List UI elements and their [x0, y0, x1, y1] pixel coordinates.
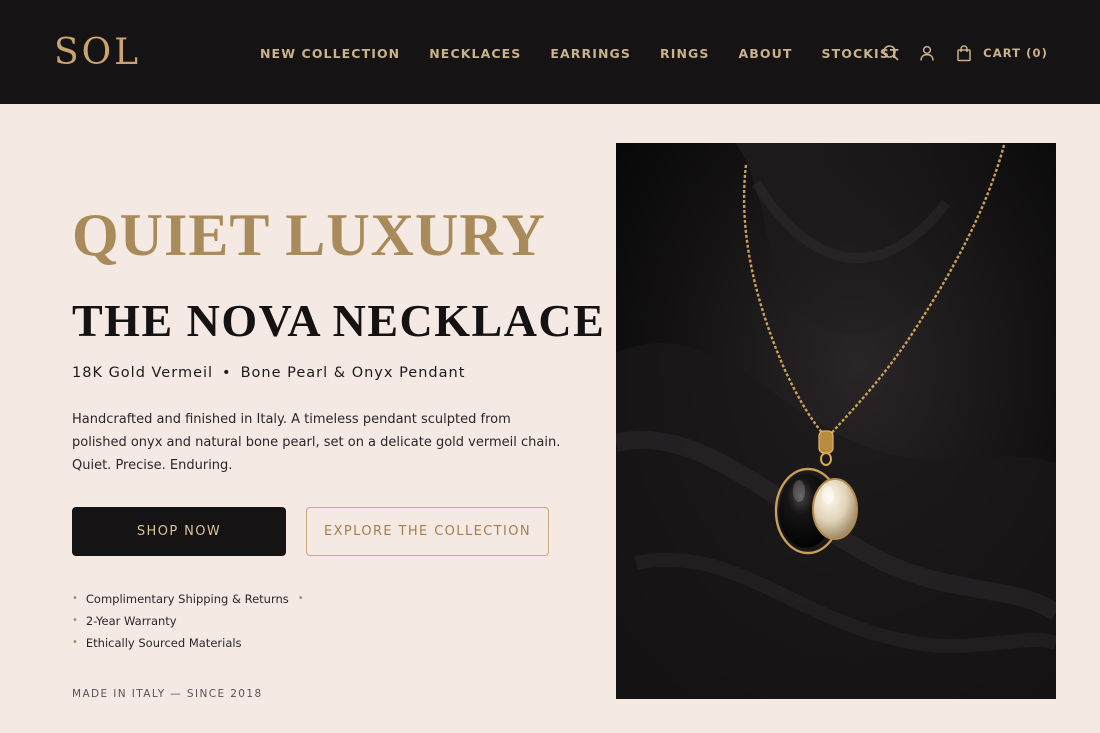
product-title: THE NOVA NECKLACE — [72, 295, 606, 346]
bag-icon[interactable] — [955, 44, 973, 62]
shop-now-button[interactable]: SHOP NOW — [72, 507, 286, 556]
nav-rings[interactable]: RINGS — [660, 46, 710, 61]
bullet-icon: • — [72, 615, 78, 626]
list-item: • Ethically Sourced Materials — [72, 632, 304, 654]
perk-warranty: 2-Year Warranty — [85, 614, 177, 628]
subtitle-separator: • — [222, 365, 232, 381]
account-icon[interactable] — [918, 44, 936, 62]
product-description: Handcrafted and finished in Italy. A tim… — [72, 412, 561, 473]
list-item: • Complimentary Shipping & Returns • — [72, 588, 304, 610]
main-nav: NEW COLLECTION NECKLACES EARRINGS RINGS … — [260, 46, 929, 61]
necklace-illustration — [616, 143, 1056, 699]
perk-shipping: Complimentary Shipping & Returns — [85, 592, 289, 606]
pendant-label: Bone Pearl & Onyx Pendant — [240, 365, 466, 381]
material-label: 18K Gold Vermeil — [72, 365, 214, 381]
perk-materials: Ethically Sourced Materials — [85, 636, 242, 650]
bullet-icon: • — [72, 637, 78, 648]
perks-list: • Complimentary Shipping & Returns • • 2… — [72, 588, 304, 654]
list-item: • 2-Year Warranty — [72, 610, 304, 632]
product-image — [616, 143, 1056, 699]
header-tools: CART (0) — [882, 44, 1048, 62]
product-subtitle: 18K Gold Vermeil • Bone Pearl & Onyx Penda… — [72, 365, 465, 381]
brand-logo[interactable]: SOL — [54, 32, 141, 73]
bullet-icon: • — [297, 593, 304, 604]
nav-about[interactable]: ABOUT — [739, 46, 793, 61]
nav-earrings[interactable]: EARRINGS — [550, 46, 631, 61]
nav-necklaces[interactable]: NECKLACES — [429, 46, 521, 61]
origin-note: MADE IN ITALY — SINCE 2018 — [72, 688, 263, 700]
search-icon[interactable] — [882, 44, 900, 62]
nav-new-collection[interactable]: NEW COLLECTION — [260, 46, 400, 61]
cart-link[interactable]: CART (0) — [983, 46, 1048, 60]
bullet-icon: • — [72, 593, 78, 604]
explore-collection-button[interactable]: EXPLORE THE COLLECTION — [306, 507, 549, 556]
hero-eyebrow: QUIET LUXURY — [72, 202, 546, 268]
site-header: SOL NEW COLLECTION NECKLACES EARRINGS RI… — [0, 0, 1100, 104]
